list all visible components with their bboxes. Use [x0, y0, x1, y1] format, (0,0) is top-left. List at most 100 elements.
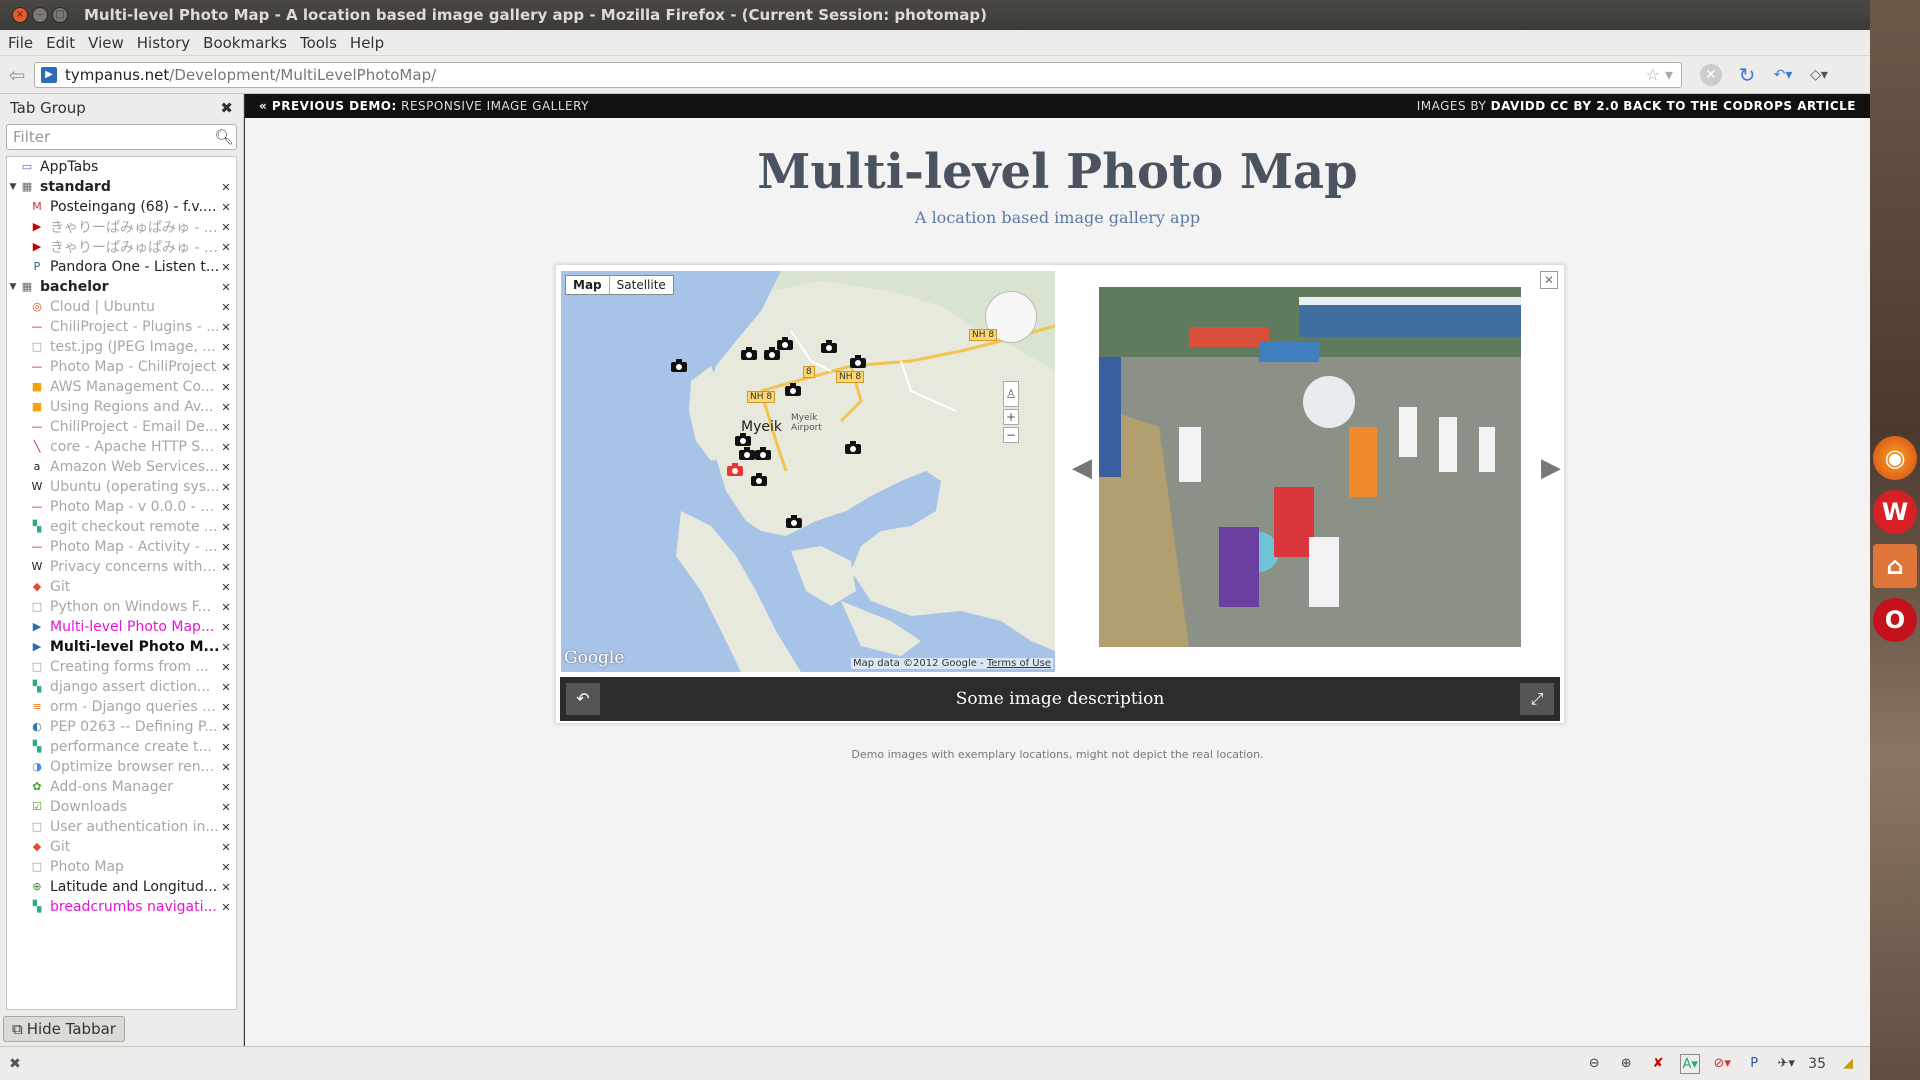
close-tab-icon[interactable]: ✕ — [220, 761, 232, 774]
close-tab-icon[interactable]: ✕ — [220, 521, 232, 534]
tab-row[interactable]: — Photo Map - Activity - ... ✕ — [7, 537, 236, 557]
tab-row[interactable]: ◐ PEP 0263 -- Defining P... ✕ — [7, 717, 236, 737]
tab-row[interactable]: — Photo Map - v 0.0.0 - C... ✕ — [7, 497, 236, 517]
tab-row[interactable]: ■ Using Regions and Av... ✕ — [7, 397, 236, 417]
close-tab-icon[interactable]: ✕ — [220, 781, 232, 794]
close-tab-icon[interactable]: ✕ — [220, 901, 232, 914]
back-to-article-link[interactable]: BACK TO THE CODROPS ARTICLE — [1623, 99, 1856, 113]
close-tab-icon[interactable]: ✕ — [220, 741, 232, 754]
tab-group-row[interactable]: ▼ ▦ bachelor ✕ — [7, 277, 236, 297]
close-tab-icon[interactable]: ✕ — [220, 801, 232, 814]
tab-row[interactable]: ▶ きゃりーぱみゅぱみゅ - P... ✕ — [7, 237, 236, 257]
tab-row[interactable]: ▚ egit checkout remote ... ✕ — [7, 517, 236, 537]
close-tab-icon[interactable]: ✕ — [220, 721, 232, 734]
close-tab-icon[interactable]: ✕ — [220, 321, 232, 334]
close-tab-icon[interactable]: ✕ — [220, 481, 232, 494]
home-folder-icon[interactable]: ⌂ — [1873, 544, 1917, 588]
photo-marker-icon[interactable] — [777, 337, 793, 350]
close-tab-icon[interactable]: ✕ — [220, 601, 232, 614]
bookmark-star-icon[interactable]: ☆ ▾ — [1646, 65, 1673, 84]
close-window-button[interactable]: × — [12, 7, 28, 23]
tab-row[interactable]: ⊕ Latitude and Longitud... ✕ — [7, 877, 236, 897]
addon-bird-icon[interactable]: ✈▾ — [1776, 1054, 1796, 1074]
filter-input[interactable]: Filter 🔍︎ — [6, 124, 237, 150]
close-tab-icon[interactable]: ✕ — [220, 541, 232, 554]
tab-row[interactable]: □ test.jpg (JPEG Image, ... ✕ — [7, 337, 236, 357]
close-tab-icon[interactable]: ✕ — [220, 281, 232, 294]
close-tab-icon[interactable]: ✕ — [220, 401, 232, 414]
back-arrow-icon[interactable]: ⇦ — [0, 63, 34, 87]
apptabs-row[interactable]: ▭ AppTabs — [7, 157, 236, 177]
close-tab-icon[interactable]: ✕ — [220, 221, 232, 234]
hide-tabbar-button[interactable]: ⧉ Hide Tabbar — [3, 1016, 125, 1042]
close-tab-icon[interactable]: ✕ — [220, 441, 232, 454]
addon-a-icon[interactable]: A▾ — [1680, 1053, 1701, 1074]
close-tab-icon[interactable]: ✕ — [220, 241, 232, 254]
tab-row[interactable]: ■ AWS Management Co... ✕ — [7, 377, 236, 397]
close-tab-icon[interactable]: ✕ — [220, 861, 232, 874]
google-map[interactable]: Map Satellite ♙ + − Myeik Myeik Airport … — [561, 271, 1055, 672]
zoom-out-icon[interactable]: ⊖ — [1584, 1054, 1604, 1074]
history-back-icon[interactable]: ↶▾ — [1772, 64, 1794, 86]
tab-row[interactable]: W Ubuntu (operating sys... ✕ — [7, 477, 236, 497]
tab-row[interactable]: ▚ django assert diction... ✕ — [7, 677, 236, 697]
close-tab-icon[interactable]: ✕ — [220, 181, 232, 194]
zoom-in-button[interactable]: + — [1003, 409, 1019, 425]
search-icon[interactable]: 🔍︎ — [212, 128, 236, 146]
close-tab-icon[interactable]: ✕ — [220, 501, 232, 514]
close-tab-icon[interactable]: ✕ — [220, 821, 232, 834]
previous-image-arrow-icon[interactable]: ◀ — [1072, 453, 1092, 483]
expand-triangle-icon[interactable]: ▼ — [7, 282, 19, 292]
tab-row[interactable]: a Amazon Web Services... ✕ — [7, 457, 236, 477]
close-tab-icon[interactable]: ✕ — [220, 661, 232, 674]
photo-marker-icon[interactable] — [671, 359, 687, 372]
close-tab-icon[interactable]: ✕ — [220, 681, 232, 694]
opera-icon[interactable]: O — [1873, 598, 1917, 642]
menu-edit[interactable]: Edit — [46, 34, 75, 52]
photo-marker-icon[interactable] — [821, 340, 837, 353]
close-tab-icon[interactable]: ✕ — [220, 361, 232, 374]
tab-row[interactable]: □ Creating forms from ... ✕ — [7, 657, 236, 677]
tab-row[interactable]: □ Python on Windows F... ✕ — [7, 597, 236, 617]
photo-marker-icon[interactable] — [755, 447, 771, 460]
map-type-map-button[interactable]: Map — [566, 276, 609, 294]
zoom-out-button[interactable]: − — [1003, 427, 1019, 443]
close-addon-bar-icon[interactable]: ✖ — [0, 1056, 30, 1072]
menu-help[interactable]: Help — [350, 34, 384, 52]
map-type-satellite-button[interactable]: Satellite — [608, 276, 673, 294]
photo-marker-icon[interactable] — [785, 383, 801, 396]
photo-marker-icon[interactable] — [850, 355, 866, 368]
photo-marker-icon[interactable] — [786, 515, 802, 528]
tab-row[interactable]: ▚ performance create t... ✕ — [7, 737, 236, 757]
maximize-window-button[interactable]: □ — [52, 7, 68, 23]
close-tab-icon[interactable]: ✕ — [220, 301, 232, 314]
close-sidebar-icon[interactable]: ✖ — [220, 99, 233, 117]
tab-row[interactable]: ◑ Optimize browser ren... ✕ — [7, 757, 236, 777]
tab-row[interactable]: ✿ Add-ons Manager ✕ — [7, 777, 236, 797]
tab-row[interactable]: ▚ breadcrumbs navigati... ✕ — [7, 897, 236, 917]
active-photo-marker-icon[interactable] — [727, 463, 743, 476]
menu-history[interactable]: History — [137, 34, 190, 52]
fullscreen-icon[interactable]: ⤢ — [1520, 683, 1554, 715]
close-tab-icon[interactable]: ✕ — [220, 581, 232, 594]
tab-row[interactable]: ▶ Multi-level Photo M... ✕ — [7, 637, 236, 657]
tab-group-row[interactable]: ▼ ▦ standard ✕ — [7, 177, 236, 197]
close-tab-icon[interactable]: ✕ — [220, 461, 232, 474]
tab-row[interactable]: ◎ Cloud | Ubuntu ✕ — [7, 297, 236, 317]
tag-icon[interactable]: ◇▾ — [1808, 64, 1830, 86]
close-tab-icon[interactable]: ✕ — [220, 201, 232, 214]
tab-row[interactable]: ╲ core - Apache HTTP Se... ✕ — [7, 437, 236, 457]
photo-marker-icon[interactable] — [739, 447, 755, 460]
photo-marker-icon[interactable] — [735, 433, 751, 446]
menu-bookmarks[interactable]: Bookmarks — [203, 34, 287, 52]
zoom-in-icon[interactable]: ⊕ — [1616, 1054, 1636, 1074]
close-tab-icon[interactable]: ✕ — [220, 881, 232, 894]
pandora-addon-icon[interactable]: P — [1744, 1054, 1764, 1074]
images-by-link[interactable]: IMAGES BY DAVIDD — [1395, 99, 1546, 113]
undo-icon[interactable]: ↶ — [566, 683, 600, 715]
photo-marker-icon[interactable] — [741, 347, 757, 360]
tab-row[interactable]: □ Photo Map ✕ — [7, 857, 236, 877]
stop-icon[interactable]: ✕ — [1700, 63, 1722, 86]
tab-row[interactable]: ≡ orm - Django queries - ... ✕ — [7, 697, 236, 717]
tab-row[interactable]: ▶ Multi-level Photo Map... ✕ — [7, 617, 236, 637]
